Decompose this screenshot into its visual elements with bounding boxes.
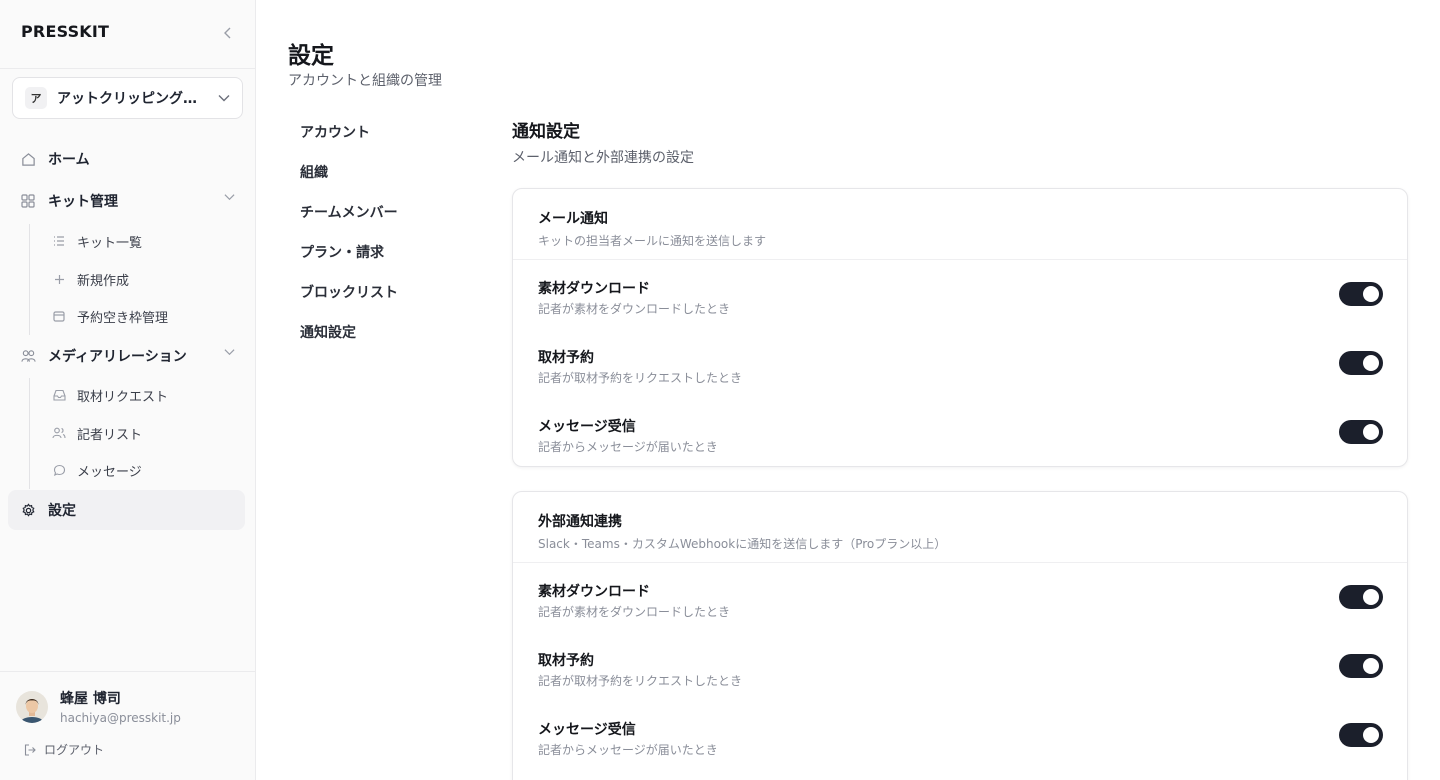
setting-description: 記者が素材をダウンロードしたとき [538, 302, 731, 316]
sidebar-item-kit-management[interactable]: キット管理 [8, 181, 245, 221]
sidebar-divider [0, 68, 256, 69]
list-icon [54, 236, 64, 246]
setting-row: 素材ダウンロード 記者が素材をダウンロードしたとき [513, 563, 1407, 632]
sidebar-item-label: ホーム [48, 152, 90, 168]
sidebar-divider [0, 671, 256, 672]
sidebar-item-label: 取材リクエスト [77, 389, 169, 405]
card-header: 外部通知連携 Slack・Teams・カスタムWebhookに通知を送信します（… [513, 492, 1407, 563]
sidebar-item-home[interactable]: ホーム [8, 139, 245, 179]
home-icon [21, 152, 35, 166]
sidebar-item-reporters[interactable]: 記者リスト [44, 418, 244, 448]
user-name: 蜂屋 博司 [60, 691, 121, 707]
users-icon [20, 350, 36, 362]
sidebar-item-label: 新規作成 [77, 273, 130, 289]
plus-icon [54, 274, 64, 284]
email-download-toggle[interactable] [1339, 282, 1383, 306]
setting-row: メッセージ受信 記者からメッセージが届いたとき [513, 701, 1407, 770]
setting-title: 取材予約 [538, 653, 594, 669]
user-email: hachiya@presskit.jp [60, 711, 181, 725]
chevron-down-icon [224, 194, 235, 201]
settings-nav-account[interactable]: アカウント [300, 122, 370, 142]
toggle-knob [1363, 424, 1379, 440]
sidebar-item-kit-new[interactable]: 新規作成 [44, 264, 244, 294]
section-subtitle: メール通知と外部連携の設定 [512, 150, 694, 166]
page-title: 設定 [288, 43, 334, 69]
email-message-toggle[interactable] [1339, 420, 1383, 444]
org-switcher[interactable]: ア アットクリッピング株式会社 [12, 77, 243, 119]
card-header: メール通知 キットの担当者メールに通知を送信します [513, 189, 1407, 260]
card-description: Slack・Teams・カスタムWebhookに通知を送信します（Proプラン以… [538, 537, 947, 551]
collapse-sidebar-button[interactable] [218, 22, 238, 44]
user-group-icon [52, 427, 66, 439]
chevron-left-icon [224, 27, 231, 39]
setting-description: 記者が取材予約をリクエストしたとき [538, 371, 743, 385]
setting-row: 取材予約 記者が取材予約をリクエストしたとき [513, 329, 1407, 398]
setting-description: 記者からメッセージが届いたとき [538, 743, 718, 757]
sidebar-item-label: 設定 [48, 503, 76, 519]
inbox-icon [52, 389, 66, 401]
card-title: 外部通知連携 [538, 514, 622, 530]
sidebar-item-kit-slots[interactable]: 予約空き枠管理 [44, 301, 244, 331]
avatar [16, 690, 48, 723]
toggle-knob [1363, 355, 1379, 371]
card-title: メール通知 [538, 211, 608, 227]
user-profile[interactable]: 蜂屋 博司 hachiya@presskit.jp [16, 688, 181, 725]
sidebar-item-messages[interactable]: メッセージ [44, 455, 244, 485]
setting-row: メッセージ受信 記者からメッセージが届いたとき [513, 398, 1407, 466]
chat-icon [53, 464, 65, 476]
settings-nav-plan-billing[interactable]: プラン・請求 [300, 242, 384, 262]
setting-title: メッセージ受信 [538, 419, 636, 435]
toggle-knob [1363, 727, 1379, 743]
org-avatar: ア [25, 87, 47, 109]
sidebar-item-requests[interactable]: 取材リクエスト [44, 380, 244, 410]
card-description: キットの担当者メールに通知を送信します [538, 234, 767, 248]
org-name: アットクリッピング株式会社 [57, 91, 207, 107]
sidebar-item-label: 予約空き枠管理 [77, 310, 169, 326]
calendar-icon [53, 311, 65, 322]
sidebar-item-label: キット管理 [48, 194, 118, 210]
sidebar: PRESSKIT ア アットクリッピング株式会社 ホーム キット管理 キット一覧… [0, 0, 256, 780]
sidebar-item-label: 記者リスト [77, 427, 143, 443]
logout-label: ログアウト [44, 743, 105, 757]
sidebar-item-media-relations[interactable]: メディアリレーション [8, 336, 245, 376]
external-integration-card: 外部通知連携 Slack・Teams・カスタムWebhookに通知を送信します（… [512, 491, 1408, 780]
sidebar-item-kit-list[interactable]: キット一覧 [44, 226, 244, 256]
sidebar-item-label: メディアリレーション [48, 349, 187, 365]
email-interview-toggle[interactable] [1339, 351, 1383, 375]
setting-title: 取材予約 [538, 350, 594, 366]
external-message-toggle[interactable] [1339, 723, 1383, 747]
settings-nav-team-members[interactable]: チームメンバー [300, 202, 398, 222]
setting-row: 取材予約 記者が取材予約をリクエストしたとき [513, 632, 1407, 701]
logout-icon [24, 743, 36, 756]
email-notification-card: メール通知 キットの担当者メールに通知を送信します 素材ダウンロード 記者が素材… [512, 188, 1408, 467]
settings-nav-notifications[interactable]: 通知設定 [300, 322, 356, 342]
setting-title: メッセージ受信 [538, 722, 636, 738]
logout-button[interactable]: ログアウト [24, 741, 104, 758]
setting-title: 素材ダウンロード [538, 281, 650, 297]
settings-nav-blocklist[interactable]: ブロックリスト [300, 282, 398, 302]
toggle-knob [1363, 658, 1379, 674]
gear-icon [21, 502, 35, 517]
setting-row: 素材ダウンロード 記者が素材をダウンロードしたとき [513, 260, 1407, 329]
external-interview-toggle[interactable] [1339, 654, 1383, 678]
sidebar-item-label: メッセージ [77, 464, 142, 480]
sidebar-item-label: キット一覧 [77, 235, 143, 251]
toggle-knob [1363, 286, 1379, 302]
grid-icon [21, 194, 35, 208]
section-title: 通知設定 [512, 122, 580, 142]
external-download-toggle[interactable] [1339, 585, 1383, 609]
chevron-down-icon [224, 349, 235, 356]
setting-description: 記者が取材予約をリクエストしたとき [538, 674, 743, 688]
toggle-knob [1363, 589, 1379, 605]
brand-logo[interactable]: PRESSKIT [21, 22, 109, 41]
settings-nav-organization[interactable]: 組織 [300, 162, 328, 182]
setting-description: 記者からメッセージが届いたとき [538, 440, 718, 454]
setting-title: 素材ダウンロード [538, 584, 650, 600]
setting-description: 記者が素材をダウンロードしたとき [538, 605, 731, 619]
sidebar-item-settings[interactable]: 設定 [8, 490, 245, 530]
sub-nav-line [29, 378, 30, 489]
sub-nav-line [29, 224, 30, 335]
chevron-down-icon [218, 95, 230, 102]
page-subtitle: アカウントと組織の管理 [288, 73, 442, 89]
